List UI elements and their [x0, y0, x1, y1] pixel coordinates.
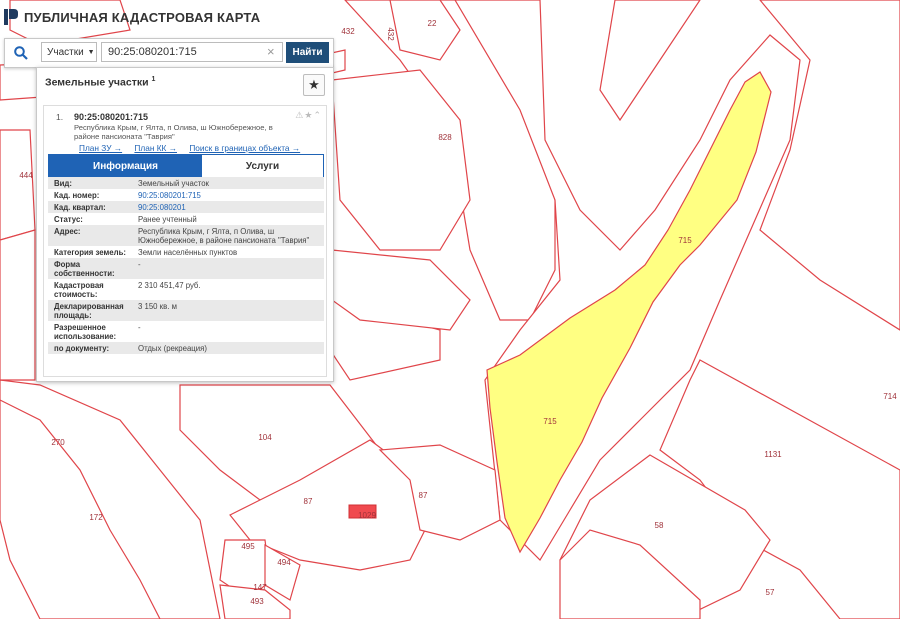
tab-services[interactable]: Услуги — [202, 155, 323, 177]
info-value: - — [138, 259, 141, 269]
search-type-label: Участки — [47, 46, 84, 58]
info-row: Адрес: Республика Крым, г Ялта, п Олива, … — [48, 225, 324, 246]
info-value: Ранее учтенный — [138, 214, 197, 224]
result-index: 1. — [56, 112, 64, 122]
info-row: Кад. квартал: 90:25:080201 — [48, 201, 324, 213]
clear-icon[interactable]: × — [267, 44, 275, 59]
panel-title: Земельные участки 1 — [45, 76, 155, 89]
info-key: Кадастровая стоимость: — [54, 280, 104, 299]
search-type-select[interactable]: Участки ▼ — [41, 42, 97, 62]
parcel-label: 444 — [19, 171, 33, 180]
info-key: Форма собственности: — [54, 259, 115, 278]
parcel-label: 715 — [678, 236, 692, 245]
info-key: Адрес: — [54, 226, 81, 236]
chevron-down-icon: ▼ — [87, 48, 95, 56]
info-value: 3 150 кв. м — [138, 301, 177, 311]
parcel-label: 714 — [883, 392, 897, 401]
info-key: Кад. квартал: — [54, 202, 106, 212]
info-key: Кад. номер: — [54, 190, 100, 200]
find-button[interactable]: Найти — [286, 42, 329, 63]
info-table: Вид: Земельный участок Кад. номер: 90:25:08… — [48, 177, 324, 354]
info-row: по документу: Отдых (рекреация) — [48, 342, 324, 354]
warning-icon[interactable]: ⚠ — [295, 110, 304, 120]
parcel-label: 828 — [438, 133, 452, 142]
info-row: Разрешенное использование: - — [48, 321, 324, 342]
parcel-label: 432 — [386, 27, 395, 41]
link-plan-zu[interactable]: План ЗУ → — [79, 143, 122, 153]
info-row: Вид: Земельный участок — [48, 177, 324, 189]
results-panel: Земельные участки 1 ★ 1. 90:25:080201:71… — [36, 67, 334, 382]
parcel-label: 494 — [277, 558, 291, 567]
parcel-label: 1131 — [764, 450, 782, 459]
parcel-label: 87 — [419, 491, 428, 500]
info-key: Декларированная площадь: — [54, 301, 124, 320]
result-cad-number[interactable]: 90:25:080201:715 — [74, 112, 148, 122]
parcel-label: 87 — [304, 497, 313, 506]
parcel-label: 147 — [253, 583, 267, 592]
parcel-label: 495 — [241, 542, 255, 551]
info-value: Земли населённых пунктов — [138, 247, 238, 257]
search-icon[interactable] — [5, 39, 37, 67]
parcel-label: 432 — [341, 27, 355, 36]
card-tools: ⚠★⌃ — [295, 110, 322, 121]
parcel-label: 715 — [543, 417, 557, 426]
parcel-label: 104 — [258, 433, 272, 442]
parcel-label: 58 — [655, 521, 664, 530]
app-title: ПУБЛИЧНАЯ КАДАСТРОВАЯ КАРТА — [24, 9, 261, 25]
info-value: Республика Крым, г Ялта, п Олива, ш Южно… — [138, 226, 310, 245]
card-tabs: Информация Услуги — [48, 154, 324, 178]
app-logo-icon — [4, 9, 18, 25]
result-card: 1. 90:25:080201:715 Республика Крым, г Я… — [43, 105, 327, 377]
info-row: Категория земель: Земли населённых пункто… — [48, 246, 324, 258]
info-key: Категория земель: — [54, 247, 126, 257]
info-value: - — [138, 322, 141, 332]
chevron-up-icon[interactable]: ⌃ — [313, 110, 322, 120]
map-parcel[interactable] — [0, 129, 36, 241]
parcel-label: 57 — [766, 588, 775, 597]
info-key: Вид: — [54, 178, 72, 188]
parcel-label: 1029 — [358, 511, 376, 520]
parcel-label: 270 — [51, 438, 65, 447]
info-value: Земельный участок — [138, 178, 209, 188]
info-value[interactable]: 90:25:080201 — [138, 203, 324, 212]
info-row: Кад. номер: 90:25:080201:715 — [48, 189, 324, 201]
info-value: 2 310 451,47 руб. — [138, 280, 201, 290]
tab-information[interactable]: Информация — [49, 155, 202, 177]
search-bar: Участки▼ × Найти — [4, 38, 334, 68]
parcel-label: 493 — [250, 597, 264, 606]
info-row: Декларированная площадь: 3 150 кв. м — [48, 300, 324, 321]
info-key: Статус: — [54, 214, 83, 224]
card-links: План ЗУ → План КК → Поиск в границах объ… — [79, 143, 310, 153]
map-parcel[interactable] — [599, 0, 701, 122]
info-value: Отдых (рекреация) — [138, 343, 207, 353]
info-value[interactable]: 90:25:080201:715 — [138, 191, 324, 200]
info-row: Кадастровая стоимость: 2 310 451,47 руб. — [48, 279, 324, 300]
parcel-label: 22 — [428, 19, 437, 28]
map-parcel[interactable] — [0, 229, 36, 381]
info-key: Разрешенное использование: — [54, 322, 117, 341]
link-plan-kk[interactable]: План КК → — [134, 143, 177, 153]
info-row: Статус: Ранее учтенный — [48, 213, 324, 225]
results-count: 1 — [151, 76, 156, 83]
info-row: Форма собственности: - — [48, 258, 324, 279]
search-input[interactable] — [101, 42, 283, 62]
panel-title-label: Земельные участки — [45, 76, 149, 89]
info-key: по документу: — [54, 343, 110, 353]
app-header: ПУБЛИЧНАЯ КАДАСТРОВАЯ КАРТА — [4, 9, 260, 25]
bookmark-star-icon[interactable]: ★ — [303, 74, 325, 96]
link-search-bounds[interactable]: Поиск в границах объекта → — [189, 143, 300, 153]
parcel-label: 172 — [89, 513, 103, 522]
result-address: Республика Крым, г Ялта, п Олива, ш Южно… — [74, 123, 273, 141]
